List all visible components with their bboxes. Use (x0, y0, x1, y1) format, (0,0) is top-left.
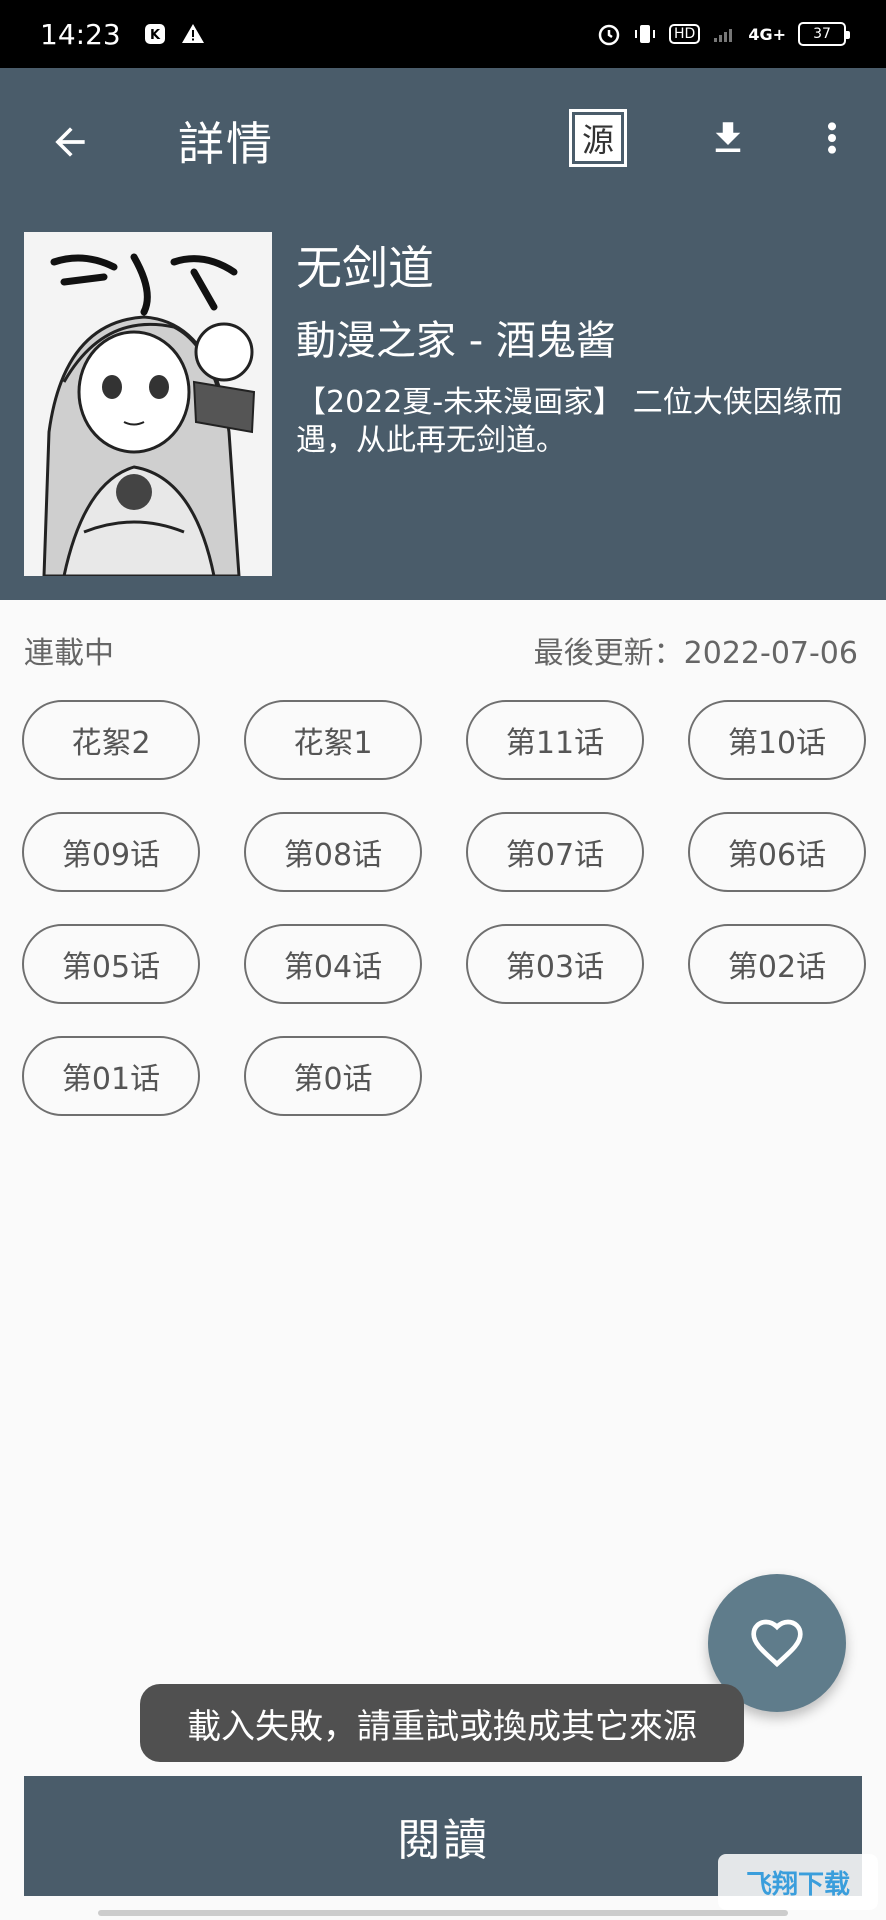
signal-weak-icon (714, 29, 733, 42)
status-time: 14:23 (40, 17, 121, 51)
battery-indicator: 37 (798, 22, 850, 46)
download-icon (715, 122, 741, 152)
warning-icon (181, 24, 204, 43)
chapter-chip[interactable]: 第0话 (244, 1036, 422, 1116)
vibrate-icon (635, 25, 656, 43)
chapter-chip[interactable]: 花絮1 (244, 700, 422, 780)
back-button[interactable] (42, 114, 98, 170)
chapter-chip[interactable]: 第05话 (22, 924, 200, 1004)
chapter-chip[interactable]: 第07话 (466, 812, 644, 892)
comic-description: 【2022夏-未来漫画家】 二位大侠因缘而遇，从此再无剑道。 (296, 385, 843, 458)
svg-text:K: K (150, 28, 161, 43)
chapter-chip[interactable]: 第09话 (22, 812, 200, 892)
page-title: 詳情 (178, 117, 274, 171)
alarm-icon (598, 24, 620, 46)
detail-header: 詳情 源 无剑道 動漫之家 - 酒鬼酱 【2022夏-未来漫画家】 二位大侠因缘… (0, 68, 886, 600)
download-button[interactable] (702, 112, 754, 164)
network-type: 4G+ (748, 24, 786, 44)
status-bar: 14:23 K HD 4G+ 37 (0, 0, 886, 68)
heart-outline-icon (751, 1619, 803, 1668)
chapter-chip[interactable]: 花絮2 (22, 700, 200, 780)
chapter-chip[interactable]: 第10话 (688, 700, 866, 780)
comic-title: 无剑道 (296, 241, 434, 295)
source-button[interactable]: 源 (569, 109, 627, 167)
error-toast: 載入失敗，請重試或換成其它來源 (140, 1684, 744, 1762)
arrow-left-icon (55, 127, 85, 157)
hd-badge: HD (669, 24, 701, 44)
app-notification-icon: K (144, 24, 165, 44)
more-options-button[interactable] (806, 112, 858, 164)
comic-author: 動漫之家 - 酒鬼酱 (296, 318, 616, 364)
chapter-chip[interactable]: 第08话 (244, 812, 422, 892)
chapter-chip[interactable]: 第02话 (688, 924, 866, 1004)
more-vert-icon (828, 122, 836, 154)
chapter-chip[interactable]: 第01话 (22, 1036, 200, 1116)
chapter-chip[interactable]: 第06话 (688, 812, 866, 892)
chapter-chip[interactable]: 第11话 (466, 700, 644, 780)
bottom-scroll-indicator (98, 1910, 788, 1916)
last-update: 最後更新：2022-07-06 (533, 636, 858, 671)
serial-status: 連載中 (24, 636, 114, 671)
chapter-chip[interactable]: 第04话 (244, 924, 422, 1004)
site-watermark-logo: 飞翔下载 (718, 1854, 878, 1910)
comic-cover-image (24, 232, 272, 576)
chapter-chip[interactable]: 第03话 (466, 924, 644, 1004)
